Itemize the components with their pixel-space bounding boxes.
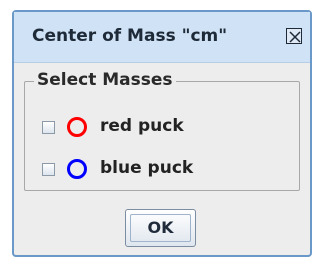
blue-puck-checkbox[interactable] (42, 163, 55, 176)
ok-button[interactable]: OK (125, 209, 196, 247)
center-of-mass-dialog: Center of Mass "cm" Select Masses red pu… (12, 10, 312, 257)
dialog-title: Center of Mass "cm" (32, 26, 228, 46)
red-puck-label: red puck (100, 116, 184, 136)
blue-ring-icon (67, 159, 87, 179)
red-ring-icon (67, 117, 87, 137)
ok-button-label: OK (147, 218, 174, 237)
mass-option-red-puck[interactable]: red puck (42, 115, 282, 141)
blue-puck-label: blue puck (100, 158, 194, 178)
red-puck-checkbox[interactable] (42, 121, 55, 134)
close-icon[interactable] (286, 28, 302, 44)
dialog-titlebar[interactable]: Center of Mass "cm" (14, 12, 310, 63)
mass-option-blue-puck[interactable]: blue puck (42, 157, 282, 183)
group-legend: Select Masses (34, 70, 176, 90)
